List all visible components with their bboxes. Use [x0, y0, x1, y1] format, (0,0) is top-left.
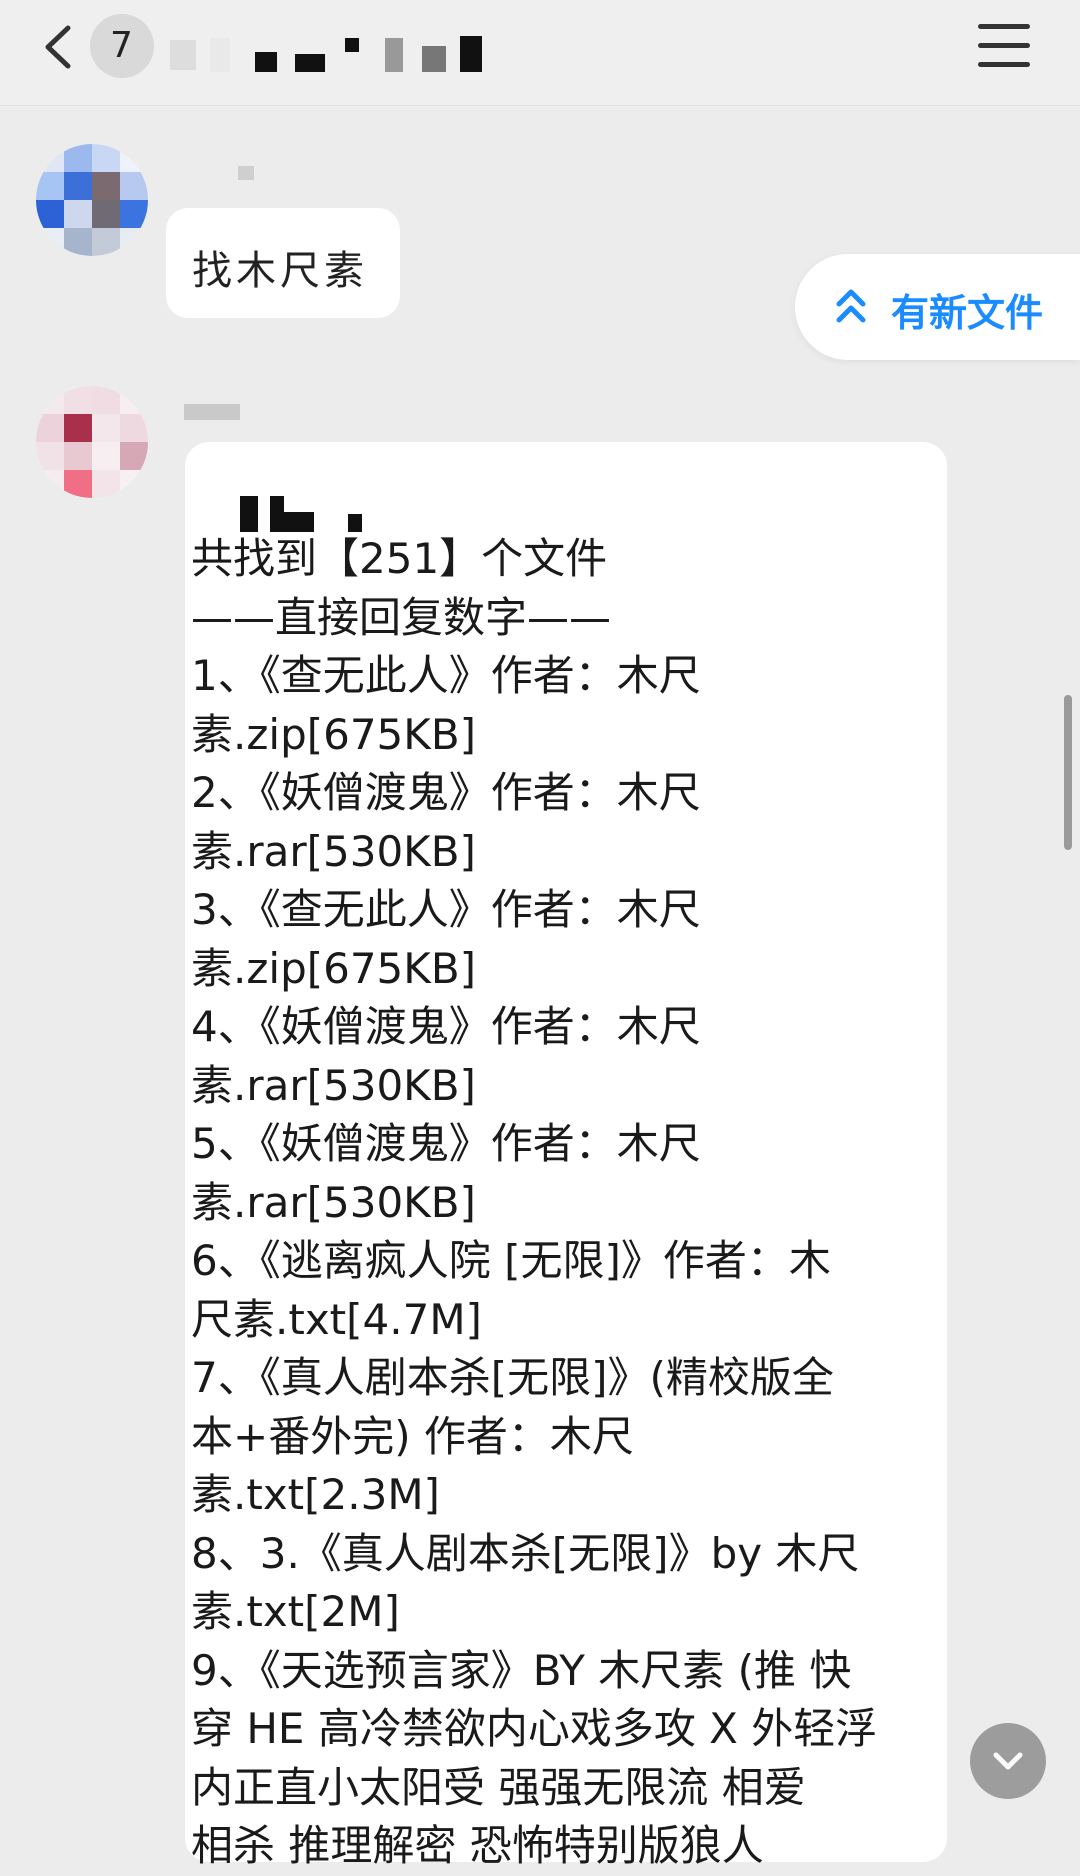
redacted-text: [270, 496, 284, 532]
line: 内正直小太阳受 强强无限流 相爱: [191, 1762, 806, 1812]
new-file-button[interactable]: 有新文件: [795, 254, 1080, 360]
line: 5、《妖僧渡鬼》作者：木尺: [191, 1119, 701, 1168]
message-bubble[interactable]: 找木尺素: [166, 208, 400, 318]
line: 素.rar[530KB]: [191, 826, 476, 876]
avatar[interactable]: [36, 386, 148, 498]
double-chevron-up-icon: [836, 289, 866, 323]
line: 3、《查无此人》作者：木尺: [191, 885, 701, 934]
chat-title-redacted: [160, 32, 500, 76]
line: 穿 HE 高冷禁欲内心戏多攻 X 外轻浮: [191, 1704, 878, 1753]
line: 相杀 推理解密 恐怖特别版狼人: [191, 1821, 764, 1870]
line: 共找到【251】个文件: [191, 534, 608, 583]
message-text: 找木尺素: [192, 248, 368, 294]
line: 素.zip[675KB]: [191, 709, 477, 759]
scroll-to-bottom-button[interactable]: [970, 1723, 1046, 1799]
menu-icon[interactable]: [978, 24, 1030, 68]
line: 9、《天选预言家》BY 木尺素 (推 快: [191, 1645, 852, 1695]
line: 8、3.《真人剧本杀[无限]》by 木尺: [191, 1528, 860, 1578]
line: 素.txt[2M]: [191, 1587, 400, 1636]
line: 1、《查无此人》作者：木尺: [191, 651, 701, 700]
line: 6、《逃离疯人院 [无限]》作者：木: [191, 1236, 831, 1285]
message-bubble[interactable]: 共找到【251】个文件 ——直接回复数字—— 1、《查无此人》作者：木尺 素.z…: [185, 442, 947, 1870]
redacted-text: [284, 512, 314, 532]
line: 素.txt[2.3M]: [191, 1470, 440, 1519]
avatar[interactable]: [36, 144, 148, 256]
line: 素.zip[675KB]: [191, 943, 477, 993]
redacted-text: [240, 496, 258, 532]
line: 本+番外完) 作者：木尺: [191, 1411, 634, 1461]
line: 素.rar[530KB]: [191, 1177, 476, 1227]
back-icon[interactable]: [36, 22, 86, 72]
chat-header: 7: [0, 0, 1080, 106]
sender-name-redacted: [238, 166, 254, 180]
file-list-text: 共找到【251】个文件 ——直接回复数字—— 1、《查无此人》作者：木尺 素.z…: [191, 530, 941, 1876]
new-file-label: 有新文件: [891, 291, 1044, 335]
line: 2、《妖僧渡鬼》作者：木尺: [191, 768, 701, 817]
unread-count-badge[interactable]: 7: [90, 14, 154, 78]
line: ——直接回复数字——: [191, 592, 612, 642]
line: 素.rar[530KB]: [191, 1060, 476, 1110]
line: 尺素.txt[4.7M]: [191, 1294, 482, 1344]
sender-name-redacted: [184, 404, 240, 420]
scrollbar[interactable]: [1064, 695, 1072, 850]
line: 7、《真人剧本杀[无限]》(精校版全: [191, 1353, 834, 1402]
chevron-down-icon: [993, 1752, 1023, 1770]
line: 4、《妖僧渡鬼》作者：木尺: [191, 1002, 701, 1051]
